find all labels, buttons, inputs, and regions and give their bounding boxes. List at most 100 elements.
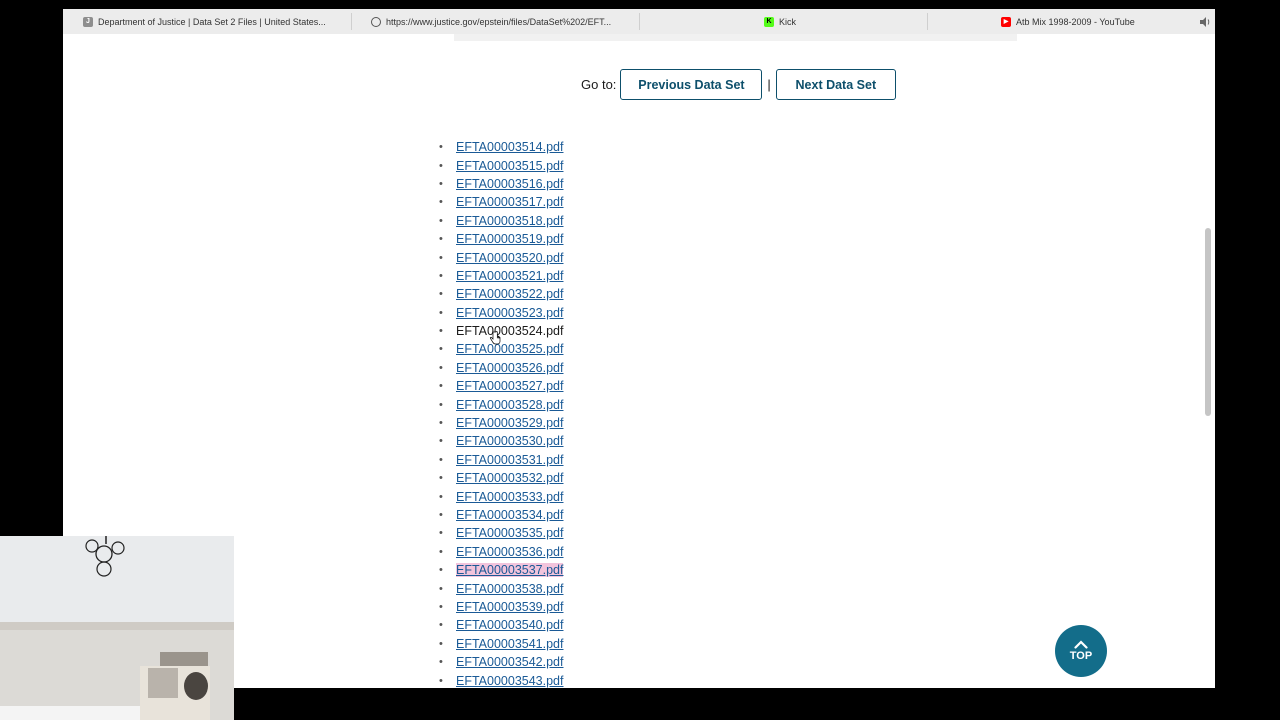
pdf-file-link[interactable]: EFTA00003516.pdf bbox=[456, 177, 563, 191]
list-item: • EFTA00003541.pdf bbox=[439, 635, 563, 653]
tab-divider bbox=[639, 13, 640, 30]
bullet: • bbox=[439, 269, 443, 282]
pdf-file-link[interactable]: EFTA00003542.pdf bbox=[456, 655, 563, 669]
bullet: • bbox=[439, 417, 443, 430]
browser-tab-bar: J Department of Justice | Data Set 2 Fil… bbox=[63, 9, 1215, 35]
bullet: • bbox=[439, 527, 443, 540]
bullet: • bbox=[439, 564, 443, 577]
tab-title: Department of Justice | Data Set 2 Files… bbox=[98, 16, 326, 27]
pdf-file-link[interactable]: EFTA00003534.pdf bbox=[456, 508, 563, 522]
pdf-file-link[interactable]: EFTA00003527.pdf bbox=[456, 379, 563, 393]
pdf-file-link[interactable]: EFTA00003520.pdf bbox=[456, 251, 563, 265]
bullet: • bbox=[439, 600, 443, 613]
list-item: • EFTA00003523.pdf bbox=[439, 304, 563, 322]
browser-tab-youtube[interactable]: ▶ Atb Mix 1998-2009 - YouTube bbox=[1001, 9, 1191, 34]
bullet: • bbox=[439, 656, 443, 669]
pdf-file-link[interactable]: EFTA00003541.pdf bbox=[456, 637, 563, 651]
list-item: • EFTA00003531.pdf bbox=[439, 451, 563, 469]
pdf-file-link[interactable]: EFTA00003533.pdf bbox=[456, 490, 563, 504]
bullet: • bbox=[439, 435, 443, 448]
pdf-file-link[interactable]: EFTA00003531.pdf bbox=[456, 453, 563, 467]
pdf-file-link[interactable]: EFTA00003521.pdf bbox=[456, 269, 563, 283]
bullet: • bbox=[439, 582, 443, 595]
bullet: • bbox=[439, 288, 443, 301]
list-item: • EFTA00003514.pdf bbox=[439, 138, 563, 156]
bullet: • bbox=[439, 509, 443, 521]
bullet: • bbox=[439, 380, 443, 393]
bullet: • bbox=[439, 325, 443, 338]
pdf-file-link[interactable]: EFTA00003519.pdf bbox=[456, 232, 563, 246]
pdf-file-link[interactable]: EFTA00003514.pdf bbox=[456, 140, 563, 154]
bullet: • bbox=[439, 545, 443, 558]
bullet: • bbox=[439, 251, 443, 264]
tab-title: Atb Mix 1998-2009 - YouTube bbox=[1016, 16, 1135, 27]
pdf-file-link[interactable]: EFTA00003532.pdf bbox=[456, 471, 563, 485]
page-scrollbar[interactable] bbox=[1205, 228, 1211, 416]
kick-favicon-icon: K bbox=[764, 16, 774, 27]
pdf-file-link[interactable]: EFTA00003529.pdf bbox=[456, 416, 563, 430]
bullet: • bbox=[439, 453, 443, 466]
webcam-overlay bbox=[0, 536, 234, 720]
list-item: • EFTA00003528.pdf bbox=[439, 395, 563, 413]
bullet: • bbox=[439, 233, 443, 246]
list-item: • EFTA00003517.pdf bbox=[439, 193, 563, 211]
list-item: • EFTA00003540.pdf bbox=[439, 616, 563, 634]
pdf-file-link[interactable]: EFTA00003539.pdf bbox=[456, 600, 563, 614]
pdf-file-link[interactable]: EFTA00003518.pdf bbox=[456, 214, 563, 228]
list-item: • EFTA00003538.pdf bbox=[439, 579, 563, 597]
bullet: • bbox=[439, 343, 443, 356]
pdf-file-link[interactable]: EFTA00003536.pdf bbox=[456, 545, 563, 559]
bullet: • bbox=[439, 674, 443, 687]
pdf-file-link[interactable]: EFTA00003526.pdf bbox=[456, 361, 563, 375]
pdf-file-link[interactable]: EFTA00003538.pdf bbox=[456, 582, 563, 596]
browser-tab-doj[interactable]: J Department of Justice | Data Set 2 Fil… bbox=[83, 9, 343, 34]
browser-tab-kick[interactable]: K Kick bbox=[764, 9, 914, 34]
speaker-icon[interactable] bbox=[1199, 15, 1211, 33]
previous-data-set-button[interactable]: Previous Data Set bbox=[620, 69, 763, 100]
list-item: • EFTA00003520.pdf bbox=[439, 248, 563, 266]
bullet: • bbox=[439, 637, 443, 650]
pdf-file-link[interactable]: EFTA00003515.pdf bbox=[456, 159, 563, 173]
pdf-file-link[interactable]: EFTA00003535.pdf bbox=[456, 526, 563, 540]
pdf-file-link[interactable]: EFTA00003522.pdf bbox=[456, 287, 563, 301]
list-item: • EFTA00003529.pdf bbox=[439, 414, 563, 432]
pdf-file-link[interactable]: EFTA00003540.pdf bbox=[456, 618, 563, 632]
pdf-file-link[interactable]: EFTA00003537.pdf bbox=[456, 563, 564, 578]
chevron-up-icon bbox=[1074, 640, 1088, 649]
page-content: Go to: Previous Data Set | Next Data Set… bbox=[63, 34, 1215, 688]
list-item: • EFTA00003516.pdf bbox=[439, 175, 563, 193]
list-item: • EFTA00003533.pdf bbox=[439, 487, 563, 505]
back-to-top-button[interactable]: TOP bbox=[1055, 625, 1107, 677]
back-to-top-label: TOP bbox=[1069, 650, 1093, 662]
tab-divider bbox=[927, 13, 928, 30]
bullet: • bbox=[439, 398, 443, 411]
pdf-file-link[interactable]: EFTA00003517.pdf bbox=[456, 195, 563, 209]
dataset-navigation: Go to: Previous Data Set | Next Data Set bbox=[581, 68, 896, 101]
pdf-file-link[interactable]: EFTA00003530.pdf bbox=[456, 434, 563, 448]
nav-separator: | bbox=[767, 77, 771, 92]
pdf-file-link[interactable]: EFTA00003523.pdf bbox=[456, 306, 563, 320]
list-item: • EFTA00003530.pdf bbox=[439, 432, 563, 450]
list-item: • EFTA00003521.pdf bbox=[439, 267, 563, 285]
loading-spinner-icon bbox=[371, 16, 381, 27]
goto-label: Go to: bbox=[581, 77, 617, 92]
list-item: • EFTA00003515.pdf bbox=[439, 156, 563, 174]
list-item: • EFTA00003524.pdf bbox=[439, 322, 563, 340]
pdf-file-link[interactable]: EFTA00003543.pdf bbox=[456, 674, 563, 688]
bullet: • bbox=[439, 159, 443, 172]
pdf-file-link[interactable]: EFTA00003525.pdf bbox=[456, 342, 563, 356]
next-data-set-button[interactable]: Next Data Set bbox=[775, 69, 896, 100]
list-item: • EFTA00003532.pdf bbox=[439, 469, 563, 487]
bullet: • bbox=[439, 361, 443, 374]
list-item: • EFTA00003534.pdf bbox=[439, 506, 563, 524]
bullet: • bbox=[439, 141, 443, 154]
list-item: • EFTA00003542.pdf bbox=[439, 653, 563, 671]
pdf-file-link[interactable]: EFTA00003524.pdf bbox=[456, 324, 563, 338]
list-item: • EFTA00003527.pdf bbox=[439, 377, 563, 395]
hand-cursor-icon bbox=[489, 331, 501, 345]
pdf-file-link[interactable]: EFTA00003528.pdf bbox=[456, 398, 563, 412]
browser-tab-justice-url[interactable]: https://www.justice.gov/epstein/files/Da… bbox=[371, 9, 631, 34]
tab-title: https://www.justice.gov/epstein/files/Da… bbox=[386, 16, 612, 27]
list-item: • EFTA00003537.pdf bbox=[439, 561, 564, 579]
tab-divider bbox=[351, 13, 352, 30]
